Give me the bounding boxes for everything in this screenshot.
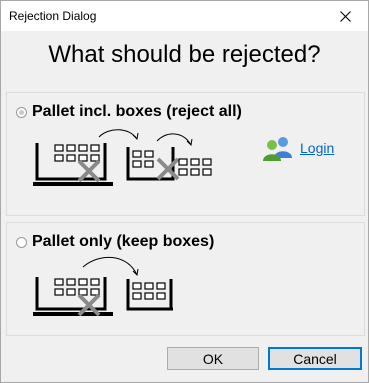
close-icon — [339, 10, 351, 22]
users-icon — [263, 137, 292, 161]
radio-button[interactable] — [16, 236, 27, 248]
arrow-icon — [156, 133, 193, 147]
arrow-icon — [98, 129, 139, 141]
arrow-icon — [82, 256, 139, 277]
full-pallet-icon — [33, 277, 113, 316]
loose-boxes-icon — [178, 158, 212, 176]
login-link[interactable]: Login — [300, 140, 334, 156]
cross-mark-icon — [156, 157, 180, 181]
close-button[interactable] — [322, 1, 368, 31]
cancel-button[interactable]: Cancel — [268, 347, 362, 370]
ok-button[interactable]: OK — [167, 347, 259, 370]
empty-pallet-icon — [126, 147, 175, 181]
login-link-area[interactable]: Login — [263, 134, 334, 162]
full-pallet-icon — [33, 143, 113, 186]
radio-label: Pallet only (keep boxes) — [32, 233, 215, 250]
radio-option-reject-all[interactable]: Pallet incl. boxes (reject all) — [16, 103, 242, 121]
dialog-heading: What should be rejected? — [48, 41, 321, 68]
pallet-only-illustration — [33, 256, 173, 317]
rejection-dialog-window: Rejection Dialog What should be rejected… — [0, 0, 369, 383]
option-group-reject-all: Pallet incl. boxes (reject all) Login — [6, 92, 365, 216]
radio-option-pallet-only[interactable]: Pallet only (keep boxes) — [16, 233, 214, 251]
option-group-pallet-only: Pallet only (keep boxes) — [6, 222, 365, 336]
window-title: Rejection Dialog — [9, 9, 97, 23]
title-bar: Rejection Dialog — [1, 1, 368, 31]
radio-button[interactable] — [16, 106, 27, 118]
boxes-in-pallet-icon — [126, 279, 173, 311]
reject-all-illustration — [33, 129, 212, 186]
radio-label: Pallet incl. boxes (reject all) — [32, 103, 242, 120]
